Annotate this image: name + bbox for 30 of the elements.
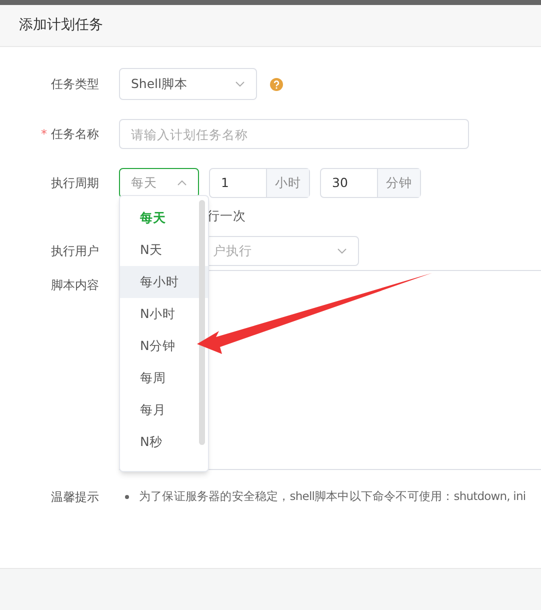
field-label: 执行用户 xyxy=(50,243,100,260)
field-label: * 任务名称 xyxy=(40,125,100,143)
hours-value[interactable]: 1 xyxy=(210,169,266,197)
field-label: 任务类型 xyxy=(50,76,100,93)
hours-unit: 小时 xyxy=(266,169,309,197)
bullet-icon xyxy=(125,495,129,499)
dropdown-option[interactable]: N天 xyxy=(120,234,208,266)
field-label: 脚本内容 xyxy=(50,277,100,294)
scrollbar[interactable] xyxy=(199,200,205,445)
tip-text: 为了保证服务器的安全稳定，shell脚本中以下命令不可使用：shutdown, ini xyxy=(139,488,526,506)
dropdown-option[interactable]: 每月 xyxy=(120,394,208,426)
field-label: 温馨提示 xyxy=(50,489,100,506)
hours-input[interactable]: 1 小时 xyxy=(209,168,310,198)
field-label: 执行周期 xyxy=(50,175,100,192)
minutes-value[interactable]: 30 xyxy=(321,169,377,197)
dropdown-option[interactable]: 每小时 xyxy=(120,266,208,298)
minutes-unit: 分钟 xyxy=(377,169,420,197)
minutes-input[interactable]: 30 分钟 xyxy=(320,168,421,198)
dropdown-option[interactable]: N小时 xyxy=(120,298,208,330)
chevron-up-icon xyxy=(177,180,187,186)
task-name-input[interactable]: 请输入计划任务名称 xyxy=(119,119,469,149)
dropdown-option[interactable]: N分钟 xyxy=(120,330,208,362)
task-type-select[interactable]: Shell脚本 xyxy=(119,68,257,100)
help-icon[interactable] xyxy=(270,78,283,90)
chevron-down-icon xyxy=(235,81,245,87)
dialog-title: 添加计划任务 xyxy=(19,16,103,35)
dropdown-option[interactable]: 每周 xyxy=(120,362,208,394)
required-mark: * xyxy=(41,126,47,143)
chevron-down-icon xyxy=(337,248,347,254)
dropdown-option[interactable]: N秒 xyxy=(120,426,208,458)
